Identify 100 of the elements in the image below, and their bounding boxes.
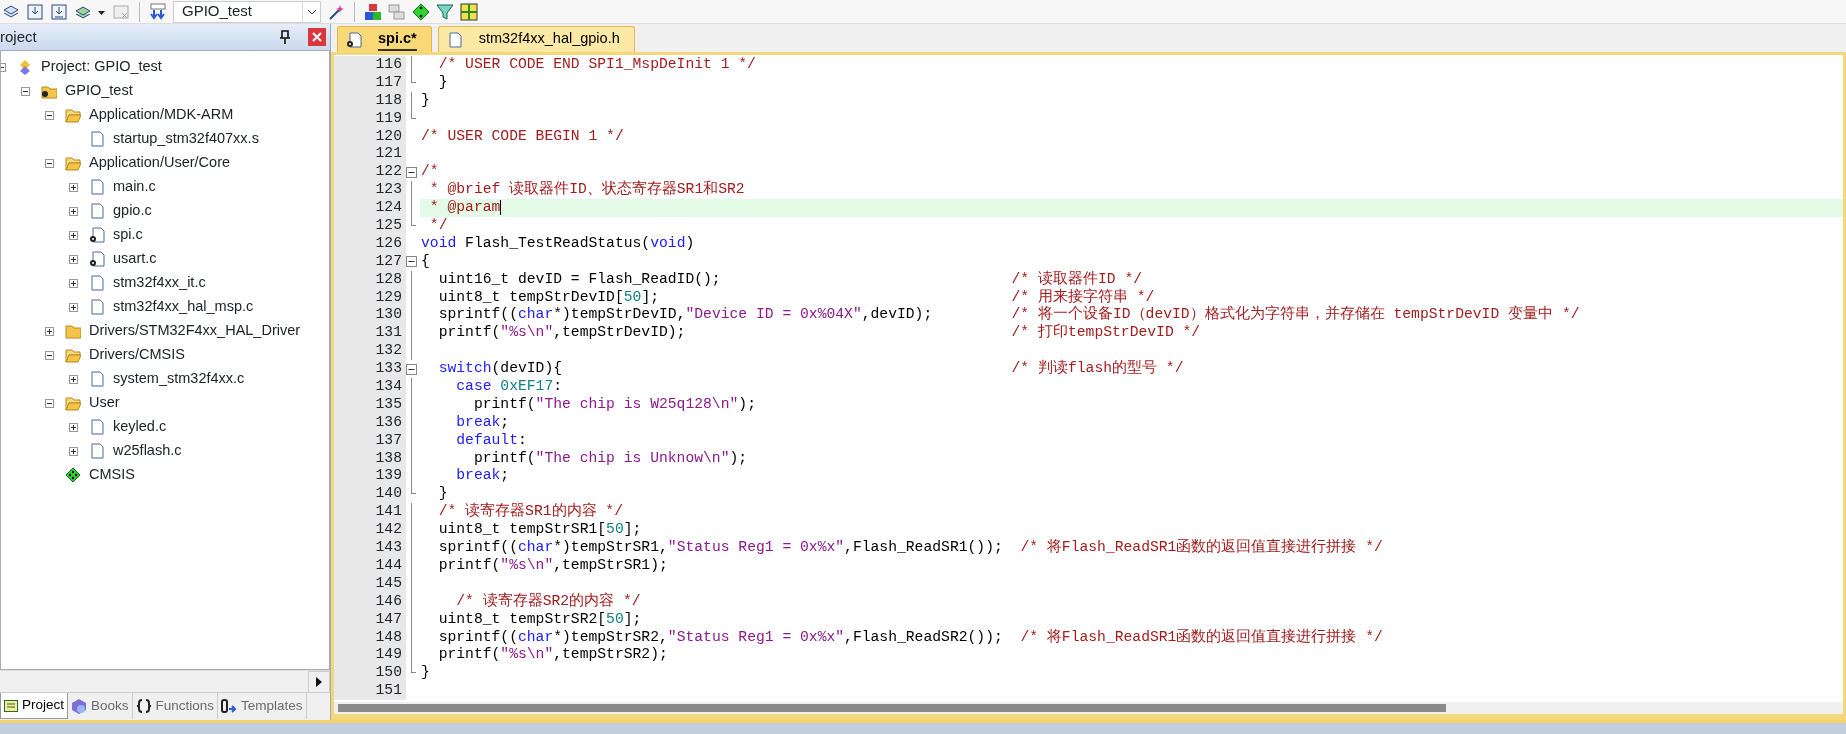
file-tab[interactable]: stm32f4xx_hal_gpio.h (437, 26, 635, 52)
code-line: switch(devID){ (437, 360, 564, 379)
expand-icon[interactable] (69, 182, 78, 192)
tree-item[interactable]: Application/MDK-ARM (89, 104, 234, 126)
collapse-icon[interactable] (45, 158, 54, 168)
code-line: break; (455, 413, 510, 430)
tree-item[interactable]: Drivers/STM32F4xx_HAL_Driver (89, 320, 301, 342)
code-line: { (421, 252, 430, 269)
folder-icon (41, 83, 57, 99)
expand-icon[interactable] (69, 422, 78, 432)
tree-item[interactable]: system_stm32f4xx.c (113, 368, 245, 390)
line-number: 140 (334, 485, 406, 504)
file-icon (89, 299, 105, 315)
tree-item[interactable]: CMSIS (89, 464, 135, 486)
code-line: uint8_t tempStrSR1[50]; (437, 521, 642, 538)
expand-icon[interactable] (69, 206, 78, 216)
expand-icon[interactable] (69, 374, 78, 384)
scrollbar-thumb[interactable] (338, 704, 1446, 712)
expand-icon[interactable] (69, 278, 78, 288)
tree-item[interactable]: GPIO_test (65, 80, 133, 102)
panel-tab[interactable]: Templates (218, 693, 307, 719)
code-line: printf("%s\n",tempStrSR2); (437, 646, 668, 663)
tree-item[interactable]: stm32f4xx_hal_msp.c (113, 296, 254, 318)
blocks-icon[interactable] (364, 2, 382, 21)
tree-item[interactable]: Drivers/CMSIS (89, 344, 185, 366)
tree-item[interactable]: Application/User/Core (89, 152, 231, 174)
load-icon[interactable] (149, 2, 167, 21)
code-line: uint16_t devID = Flash_ReadID(); (437, 270, 722, 289)
tree-item[interactable]: User (89, 392, 120, 414)
line-number: 116 (334, 56, 406, 74)
code-line: } (437, 73, 448, 90)
line-number: 121 (334, 145, 406, 164)
tree-item[interactable]: startup_stm32f407xx.s (113, 128, 259, 150)
folder-icon (65, 155, 81, 171)
line-number: 131 (334, 324, 406, 343)
collapse-icon[interactable] (45, 398, 54, 408)
file-icon (89, 419, 105, 435)
scroll-right-button[interactable] (308, 671, 330, 693)
collapse-icon[interactable] (406, 166, 417, 178)
line-number: 130 (334, 306, 406, 325)
template-icon (221, 698, 238, 714)
folder-icon (65, 347, 81, 363)
close-button[interactable] (308, 28, 326, 46)
expand-icon[interactable] (69, 230, 78, 240)
code-line: uint8_t tempStrSR2[50]; (437, 610, 642, 627)
grid-icon[interactable] (460, 2, 478, 21)
file-icon (89, 179, 105, 195)
tree-item[interactable]: gpio.c (113, 200, 152, 222)
file-tab[interactable]: spi.c* (337, 26, 432, 52)
line-number: 143 (334, 539, 406, 557)
download-icon[interactable] (50, 2, 68, 21)
file-icon (89, 443, 105, 459)
folder-icon (65, 107, 81, 123)
diamond-icon[interactable] (412, 2, 430, 21)
collapse-icon[interactable] (406, 363, 417, 375)
line-number: 124 (334, 199, 406, 217)
panel-tab[interactable]: Functions (132, 693, 219, 719)
expand-icon[interactable] (69, 446, 78, 456)
code-comment: /* 将一个设备ID（devID）格式化为字符串，并存储在 tempStrDevID 变量中 */ (1011, 306, 1580, 323)
books-icon (71, 698, 88, 714)
tree-item[interactable]: main.c (113, 176, 156, 198)
file-icon (89, 371, 105, 387)
tree-item[interactable]: spi.c (113, 224, 143, 246)
panel-tab[interactable]: Books (68, 693, 133, 719)
funnel-icon[interactable] (436, 2, 454, 21)
code-line: /* 读寄存器SR1的内容 */ (437, 503, 623, 520)
line-number: 142 (334, 521, 406, 540)
tree-item[interactable]: stm32f4xx_it.c (113, 272, 206, 294)
file-icon (346, 31, 362, 48)
tree-item[interactable]: w25flash.c (113, 440, 182, 462)
expand-icon[interactable] (45, 326, 54, 336)
panel-tab[interactable]: Project (0, 693, 69, 719)
code-line: uint8_t tempStrDevID[50]; (437, 288, 660, 307)
tree-item[interactable]: usart.c (113, 248, 157, 270)
file-icon (89, 275, 105, 291)
target-select[interactable]: GPIO_test (173, 0, 321, 23)
file-icon (89, 251, 105, 267)
line-number: 139 (334, 467, 406, 486)
collapse-icon[interactable] (45, 110, 54, 120)
collapse-icon[interactable] (45, 350, 54, 360)
line-number: 134 (334, 378, 406, 396)
folder-icon (65, 323, 81, 339)
download-icon[interactable] (26, 2, 44, 21)
line-number: 149 (334, 646, 406, 665)
tree-item[interactable]: keyled.c (113, 416, 167, 438)
braces-icon (135, 698, 152, 714)
expand-icon[interactable] (69, 302, 78, 312)
expand-icon[interactable] (69, 254, 78, 264)
code-line: printf("%s\n",tempStrDevID); (437, 324, 687, 343)
file-icon (89, 227, 105, 243)
code-line: case 0xEF17: (455, 378, 563, 395)
collapse-icon[interactable] (21, 86, 30, 96)
pin-icon[interactable] (278, 29, 292, 45)
code-comment: /* 判读flash的型号 */ (1011, 360, 1184, 377)
code-line: sprintf((char*)tempStrSR2,"Status Reg1 = 0x%x",Flash_ReadSR2()); /* 将Flash_ReadSR1函数的返回值直接进行拼接 */ (437, 628, 1383, 645)
folder-icon (65, 395, 81, 411)
file-icon (446, 31, 463, 48)
code-line: /* USER CODE BEGIN 1 */ (421, 127, 624, 144)
tree-item[interactable]: Project: GPIO_test (41, 56, 162, 78)
collapse-icon[interactable] (406, 256, 417, 268)
